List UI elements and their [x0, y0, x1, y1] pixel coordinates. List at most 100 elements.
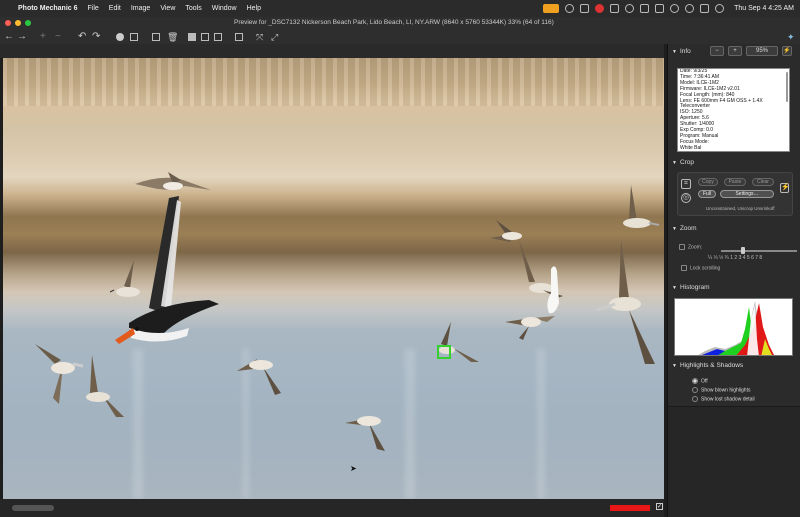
- play-icon[interactable]: [625, 4, 635, 13]
- crop-full-button[interactable]: Full: [698, 190, 716, 198]
- copy-icon[interactable]: [152, 33, 160, 41]
- menu-view[interactable]: View: [160, 5, 175, 12]
- fullscreen-icon[interactable]: ⤢: [271, 31, 278, 43]
- toolbar: ← → + − ↶ ↷ 🗑 ⤧ ⤢ ✦: [0, 30, 800, 44]
- crop-tool-icon[interactable]: [235, 33, 243, 41]
- app-menu[interactable]: Photo Mechanic 6: [18, 5, 78, 12]
- zoom-slider-knob[interactable]: [741, 247, 745, 254]
- next-arrow-icon[interactable]: →: [17, 31, 27, 43]
- disclosure-triangle-icon[interactable]: ▼: [672, 285, 677, 291]
- crop-icon[interactable]: ⌗: [681, 179, 691, 189]
- panel-empty-area: [668, 406, 800, 517]
- two-up-view-icon[interactable]: [201, 33, 209, 41]
- menu-help[interactable]: Help: [247, 5, 261, 12]
- siri-icon[interactable]: [715, 4, 725, 13]
- search-icon[interactable]: [685, 4, 695, 13]
- disclosure-triangle-icon[interactable]: ▼: [672, 363, 677, 369]
- radio-button[interactable]: [692, 378, 698, 384]
- info-zoom-select[interactable]: 95%: [746, 46, 778, 56]
- info-minus-button[interactable]: −: [710, 46, 724, 56]
- disclosure-triangle-icon[interactable]: ▼: [672, 226, 677, 232]
- grid-view-icon[interactable]: [214, 33, 222, 41]
- menu-image[interactable]: Image: [131, 5, 150, 12]
- info-scrollbar[interactable]: [786, 72, 788, 102]
- radio-button[interactable]: [692, 396, 698, 402]
- rotate-right-icon[interactable]: ↷: [92, 31, 100, 43]
- sandpiper-bird: [596, 240, 655, 364]
- crop-section-header[interactable]: ▼ Crop: [672, 159, 694, 166]
- zoom-section-header[interactable]: ▼ Zoom: [672, 225, 697, 232]
- radio-button[interactable]: [692, 387, 698, 393]
- wifi-icon[interactable]: [670, 4, 680, 13]
- info-icon[interactable]: [116, 33, 124, 41]
- highlights-section-header[interactable]: ▼ Highlights & Shadows: [672, 362, 743, 369]
- disclosure-triangle-icon[interactable]: ▼: [672, 49, 677, 55]
- trash-icon[interactable]: 🗑: [167, 31, 178, 43]
- histogram-graph: [674, 298, 793, 356]
- menubar-clock[interactable]: Thu Sep 4 4:25 AM: [734, 5, 794, 12]
- mouse-cursor-icon: ➤: [350, 464, 357, 473]
- rotate-left-icon[interactable]: ↶: [78, 31, 86, 43]
- photomechanic-logo-icon: ✦: [787, 32, 795, 42]
- menu-edit[interactable]: Edit: [109, 5, 121, 12]
- microphone-status-icon[interactable]: [543, 4, 560, 13]
- menu-file[interactable]: File: [88, 5, 99, 12]
- water-reflection: [133, 349, 143, 499]
- text-icon[interactable]: [655, 4, 665, 13]
- crop-lightning-button[interactable]: ⚡: [780, 183, 790, 193]
- sandpiper-bird: [86, 355, 124, 417]
- crop-copy-button[interactable]: Copy: [698, 178, 718, 186]
- zoom-out-icon[interactable]: −: [55, 31, 61, 43]
- image-icon[interactable]: [130, 33, 138, 41]
- menu-tools[interactable]: Tools: [185, 5, 201, 12]
- close-window-button[interactable]: [5, 20, 11, 26]
- menu-window[interactable]: Window: [212, 5, 237, 12]
- menu-bar: Photo Mechanic 6 File Edit Image View To…: [0, 0, 800, 17]
- fence-background: [3, 58, 664, 106]
- info-section-header[interactable]: ▼ Info: [672, 48, 691, 55]
- zoom-in-icon[interactable]: +: [40, 31, 46, 43]
- single-view-icon[interactable]: [188, 33, 196, 41]
- lock-scrolling-checkbox[interactable]: [681, 265, 687, 271]
- previous-arrow-icon[interactable]: ←: [4, 31, 14, 43]
- timer-icon[interactable]: [640, 4, 650, 13]
- histogram-section-header[interactable]: ▼ Histogram: [672, 284, 710, 291]
- window-title: Preview for _DSC7132 Nickerson Beach Par…: [234, 19, 554, 26]
- info-metadata-box[interactable]: Date: 9/3/25 Time: 7:36:41 AM Model: ILC…: [677, 68, 790, 152]
- minimize-window-button[interactable]: [15, 20, 21, 26]
- disclosure-triangle-icon[interactable]: ▼: [672, 160, 677, 166]
- zoom-slider[interactable]: [721, 247, 797, 254]
- display-icon[interactable]: [580, 4, 590, 13]
- creative-cloud-icon[interactable]: [565, 4, 575, 13]
- lock-scrolling-label: Lock scrolling: [690, 265, 721, 272]
- preview-image[interactable]: ➤: [3, 58, 664, 499]
- focus-point-indicator: [437, 345, 451, 359]
- sandpiper-bird: [237, 359, 281, 395]
- tag-checkbox[interactable]: ✓: [656, 503, 663, 510]
- crop-constrain-icon[interactable]: ◎: [681, 193, 691, 203]
- water-reflection: [405, 349, 415, 499]
- lock-scrolling-row: Lock scrolling: [681, 265, 720, 271]
- clipboard-icon[interactable]: [610, 4, 620, 13]
- info-lightning-button[interactable]: ⚡: [782, 46, 792, 56]
- highlights-option-off[interactable]: Off: [692, 378, 708, 384]
- zoom-scale: ¼ ⅓ ½ ¾ 1 2 3 4 5 6 7 8: [708, 255, 763, 261]
- info-plus-button[interactable]: +: [728, 46, 742, 56]
- zoom-checkbox[interactable]: [679, 244, 685, 250]
- crop-clear-button[interactable]: Clear: [752, 178, 774, 186]
- crop-paste-button[interactable]: Paste: [724, 178, 746, 186]
- crop-settings-button[interactable]: Settings…: [720, 190, 774, 198]
- highlights-option-blown[interactable]: Show blown highlights: [692, 387, 750, 393]
- record-icon[interactable]: [595, 4, 605, 13]
- control-center-icon[interactable]: [700, 4, 710, 13]
- status-area: Thu Sep 4 4:25 AM: [543, 0, 794, 17]
- zoom-window-button[interactable]: [25, 20, 31, 26]
- filmstrip-scroller[interactable]: [12, 505, 54, 511]
- color-class-label[interactable]: [610, 505, 650, 511]
- preview-header-strip: [0, 44, 664, 58]
- histogram-plot: [698, 301, 774, 355]
- water-reflection: [537, 349, 545, 499]
- fit-icon[interactable]: ⤧: [256, 31, 263, 43]
- highlights-option-shadow[interactable]: Show lost shadow detail: [692, 396, 755, 402]
- sandpiper-bird: [109, 260, 140, 297]
